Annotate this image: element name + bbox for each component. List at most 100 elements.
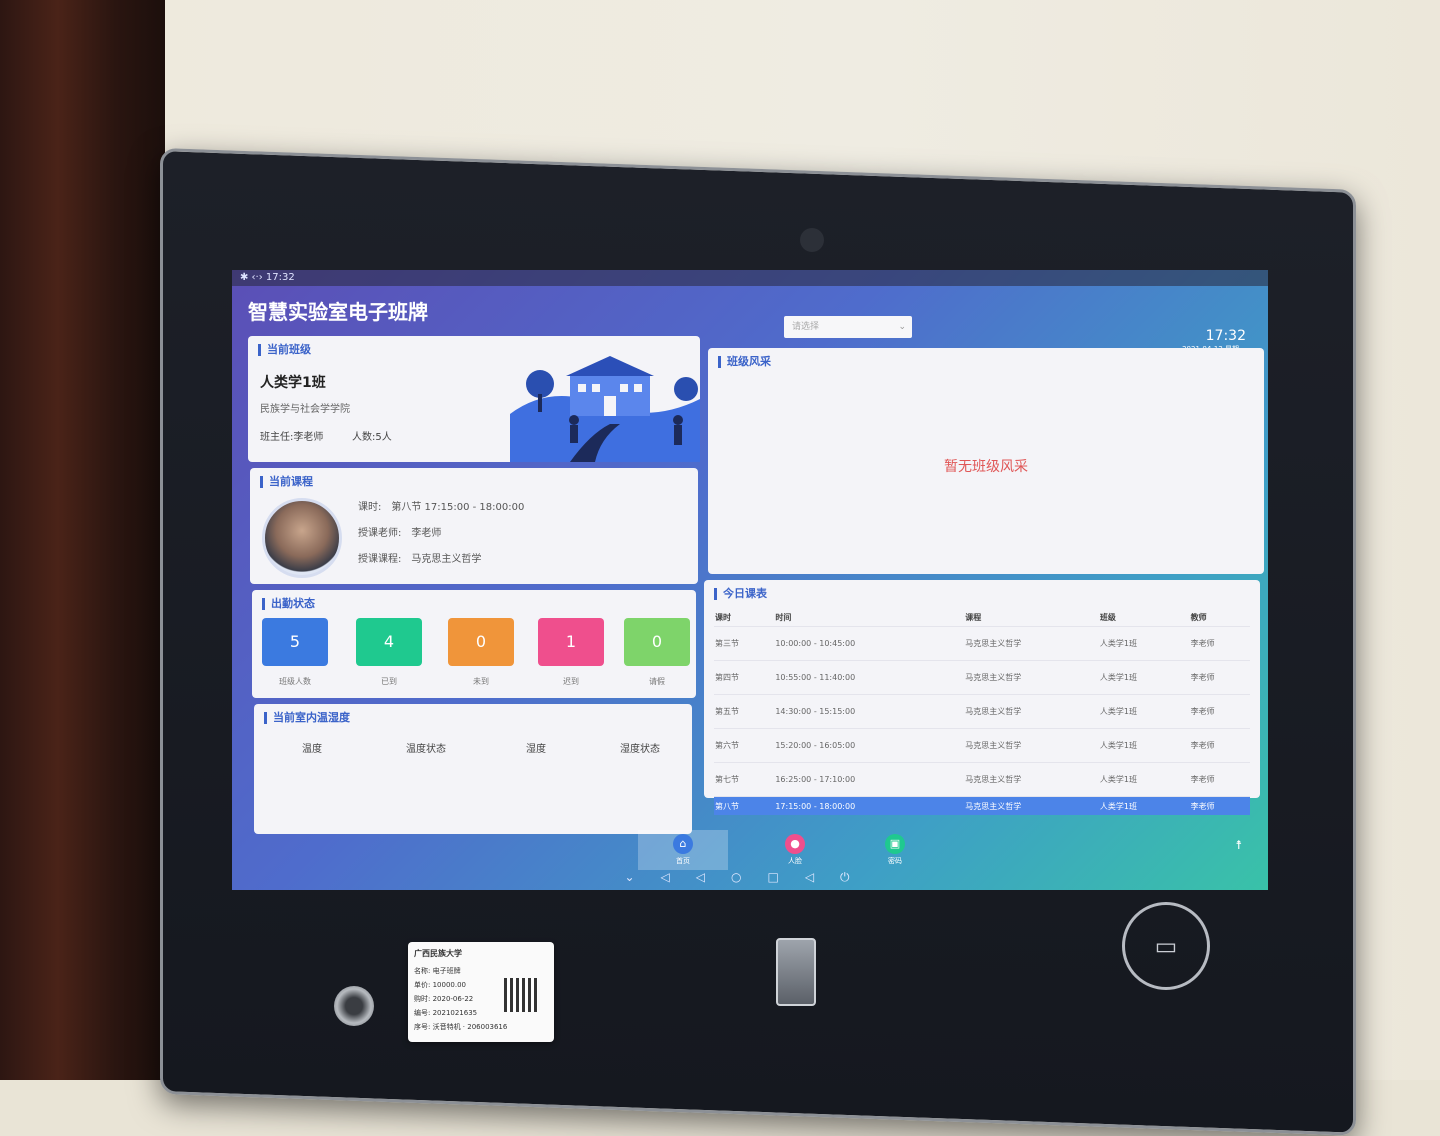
door-frame: [0, 0, 165, 1080]
humidity-status-header: 湿度状态: [620, 744, 660, 755]
recent-apps-icon[interactable]: □: [767, 870, 804, 884]
label-row: 购时: 2020-06-22: [414, 995, 474, 1003]
table-row[interactable]: 第五节 14:30:00 - 15:15:00 马克思主义哲学 人类学1班 李老…: [714, 694, 1250, 729]
back-icon[interactable]: ◁: [696, 870, 731, 884]
class-name: 人类学1班: [260, 375, 326, 391]
table-row[interactable]: 第三节 10:00:00 - 10:45:00 马克思主义哲学 人类学1班 李老…: [714, 626, 1250, 661]
app-title: 智慧实验室电子班牌: [248, 300, 428, 324]
qr-code: [504, 978, 538, 1012]
temperature-card: 当前室内温湿度 温度 温度状态 湿度 湿度状态: [254, 704, 692, 834]
volume-down-icon[interactable]: ◁: [661, 870, 696, 884]
schedule-table: 课时 时间 课程 班级 教师 第三节 10:00:00 - 10:45:00 马…: [714, 608, 1250, 815]
camera-icon: [800, 228, 824, 252]
column-header: 课程: [965, 612, 982, 622]
label-row: 单价: 10000.00: [414, 981, 466, 989]
volume-up-icon[interactable]: ◁: [805, 870, 840, 884]
headcount: 人数:5人: [352, 432, 392, 443]
table-cell: 人类学1班: [1098, 762, 1190, 797]
course-teacher-value: 李老师: [411, 528, 442, 539]
current-course-card: 当前课程 课时: 第八节 17:15:00 - 18:00:00 授课老师: 李老师…: [250, 468, 698, 584]
nav-label: 密码: [888, 857, 902, 865]
table-cell: 马克思主义哲学: [964, 796, 1099, 815]
table-cell: 李老师: [1189, 660, 1250, 695]
table-cell: 10:55:00 - 11:40:00: [774, 660, 965, 695]
collapse-icon[interactable]: ⌄: [624, 870, 660, 884]
nav-label: 人脸: [788, 857, 802, 865]
table-cell: 16:25:00 - 17:10:00: [774, 762, 965, 797]
table-row[interactable]: 第四节 10:55:00 - 11:40:00 马克思主义哲学 人类学1班 李老…: [714, 660, 1250, 695]
table-cell: 第五节: [714, 694, 775, 729]
school-illustration: [510, 356, 700, 462]
nav-label: 首页: [676, 857, 690, 865]
table-row[interactable]: 第七节 16:25:00 - 17:10:00 马克思主义哲学 人类学1班 李老…: [714, 762, 1250, 797]
card-title: 当前课程: [260, 476, 313, 488]
attendance-leave-tile[interactable]: 0: [624, 618, 690, 666]
home-circle-icon[interactable]: ○: [731, 870, 767, 884]
label-row: 序号: 沃音特机 · 206003616: [414, 1023, 508, 1031]
table-cell: 15:20:00 - 16:05:00: [774, 728, 965, 763]
fingerprint-sensor[interactable]: [776, 938, 816, 1006]
course-subject-row: 授课课程: 马克思主义哲学: [358, 550, 481, 565]
attendance-late-tile[interactable]: 1: [538, 618, 604, 666]
nav-home[interactable]: ⌂ 首页: [638, 830, 728, 870]
table-cell: 马克思主义哲学: [964, 694, 1099, 729]
card-title: 班级风采: [718, 356, 771, 368]
nav-password[interactable]: ▣ 密码: [850, 830, 940, 870]
course-teacher-row: 授课老师: 李老师: [358, 524, 441, 539]
table-cell: 李老师: [1189, 694, 1250, 729]
column-header: 时间: [775, 612, 792, 622]
column-header: 班级: [1099, 612, 1116, 622]
table-cell: 10:00:00 - 10:45:00: [774, 626, 965, 661]
column-header: 课时: [715, 612, 731, 622]
table-row-active[interactable]: 第八节 17:15:00 - 18:00:00 马克思主义哲学 人类学1班 李老…: [714, 796, 1250, 815]
table-header-row: 课时 时间 课程 班级 教师: [714, 608, 1250, 627]
status-time: 17:32: [265, 272, 295, 283]
status-bar: ✱ ‹·› 17:32: [232, 270, 1268, 286]
attendance-card: 出勤状态 5 班级人数 4 已到 0 未到 1 迟到 0 请假: [252, 590, 696, 698]
label-row: 名称: 电子班牌: [414, 967, 461, 975]
table-cell: 李老师: [1189, 796, 1250, 815]
table-cell: 人类学1班: [1098, 728, 1190, 763]
attendance-present-tile[interactable]: 4: [356, 618, 422, 666]
class-style-card: 班级风采 暂无班级风采: [708, 348, 1264, 574]
attendance-leave-label: 请假: [649, 677, 665, 686]
column-header: 教师: [1190, 612, 1207, 622]
attendance-total-tile[interactable]: 5: [262, 618, 328, 666]
card-title: 出勤状态: [262, 598, 315, 610]
table-cell: 17:15:00 - 18:00:00: [774, 796, 965, 815]
accessibility-icon[interactable]: ☨: [1235, 838, 1242, 852]
college-name: 民族学与社会学学院: [260, 404, 350, 415]
card-title: 今日课表: [714, 588, 767, 600]
current-class-card: 当前班级 人类学1班 民族学与社会学学院 班主任:李老师 人数:5人: [248, 336, 700, 462]
card-title: 当前班级: [258, 344, 311, 356]
course-period-row: 课时: 第八节 17:15:00 - 18:00:00: [358, 498, 524, 513]
screen: ✱ ‹·› 17:32 智慧实验室电子班牌 请选择 ⌄ 17:32 2021-0…: [232, 270, 1268, 890]
card-title: 当前室内温湿度: [264, 712, 350, 724]
attendance-late-label: 迟到: [563, 677, 579, 686]
table-cell: 李老师: [1189, 626, 1250, 661]
bottom-nav: ⌂ 首页 ● 人脸 ▣ 密码: [232, 830, 1268, 870]
table-row[interactable]: 第六节 15:20:00 - 16:05:00 马克思主义哲学 人类学1班 李老…: [714, 728, 1250, 763]
table-cell: 马克思主义哲学: [964, 728, 1099, 763]
table-cell: 第四节: [714, 660, 775, 695]
table-cell: 第三节: [714, 626, 775, 661]
select-placeholder: 请选择: [792, 322, 820, 332]
table-cell: 人类学1班: [1098, 694, 1190, 729]
temperature-status-header: 温度状态: [406, 744, 446, 755]
clock-time: 17:32: [1205, 328, 1246, 344]
power-icon[interactable]: ⏻: [840, 870, 876, 884]
teacher-avatar: [262, 498, 342, 578]
attendance-absent-tile[interactable]: 0: [448, 618, 514, 666]
nav-face[interactable]: ● 人脸: [750, 830, 840, 870]
power-button[interactable]: [334, 986, 374, 1026]
table-cell: 第七节: [714, 762, 775, 797]
humidity-header: 湿度: [526, 744, 546, 755]
attendance-absent-label: 未到: [473, 677, 489, 686]
table-cell: 人类学1班: [1098, 796, 1190, 815]
nfc-card-icon[interactable]: ▭: [1122, 902, 1210, 990]
class-select[interactable]: 请选择 ⌄: [784, 316, 912, 338]
temperature-header: 温度: [302, 744, 322, 755]
table-cell: 第八节: [714, 796, 775, 815]
table-cell: 人类学1班: [1098, 660, 1190, 695]
table-cell: 李老师: [1189, 762, 1250, 797]
